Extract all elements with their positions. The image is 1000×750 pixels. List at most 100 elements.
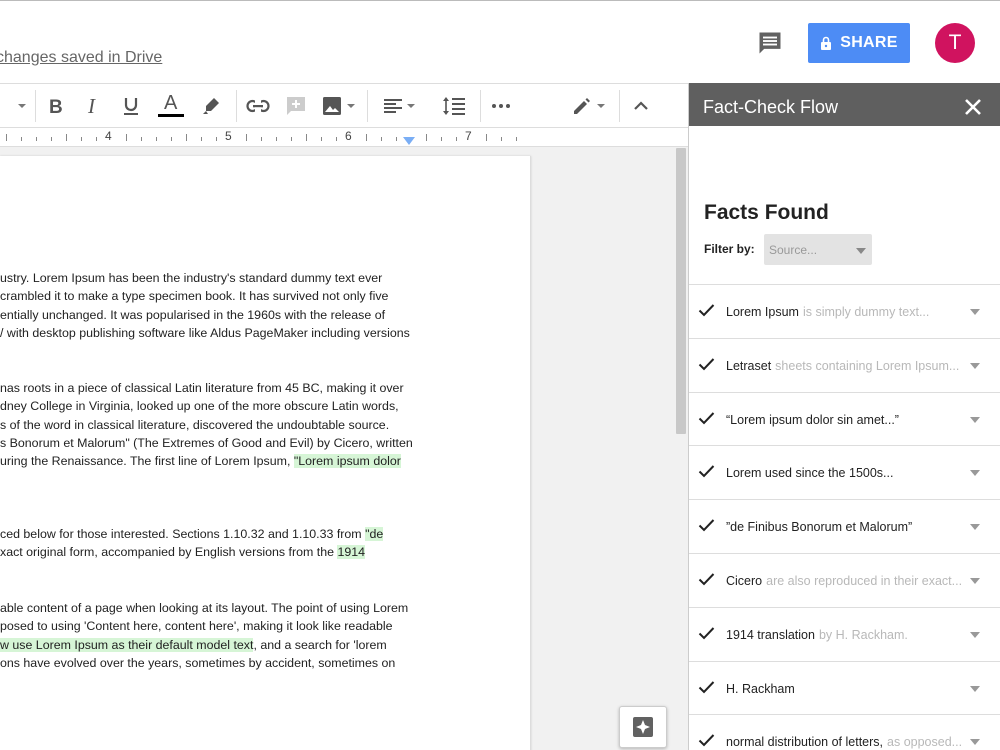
more-button[interactable] [487, 84, 515, 127]
close-icon[interactable] [963, 97, 983, 117]
add-comment-button[interactable] [282, 84, 310, 127]
fact-item[interactable]: 1914 translation by H. Rackham. [689, 606, 1000, 661]
ruler-tick [246, 134, 247, 141]
pencil-icon [573, 97, 590, 114]
ruler-tick [201, 137, 202, 141]
fact-item[interactable]: normal distribution of letters, as oppose… [689, 714, 1000, 750]
fact-text: Cicero are also reproduced in their exact… [726, 574, 962, 588]
fact-item[interactable]: Lorem Ipsum is simply dummy text... [689, 284, 1000, 338]
ruler-tick [486, 134, 487, 141]
underline-button[interactable] [117, 84, 145, 127]
ruler[interactable]: 4 5 6 7 [0, 128, 688, 147]
text-span: ustry. Lorem Ipsum has been the industry… [0, 271, 383, 285]
ruler-tick [186, 134, 187, 141]
scrollbar-thumb[interactable] [676, 148, 686, 434]
text-span: s of the word in classical literature, d… [0, 417, 390, 432]
ruler-tick [216, 137, 217, 141]
insert-image-button[interactable] [316, 84, 360, 127]
chevron-down-icon[interactable] [970, 416, 980, 423]
fact-item[interactable]: H. Rackham [689, 660, 1000, 715]
toolbar-divider [35, 90, 36, 122]
fact-text: H. Rackham [726, 682, 795, 696]
chevron-down-icon[interactable] [970, 524, 980, 531]
bold-icon: B [49, 97, 63, 115]
chevron-down-icon[interactable] [970, 685, 980, 692]
ruler-tick [261, 137, 262, 141]
highlight-color-button[interactable] [197, 84, 225, 127]
lock-icon [821, 36, 832, 50]
text-color-button[interactable]: A [155, 84, 187, 127]
collapse-toolbar-button[interactable] [627, 84, 655, 127]
marker-icon [203, 97, 219, 114]
fact-snippet: by H. Rackham. [818, 627, 908, 642]
filter-placeholder: Source... [769, 243, 818, 257]
chevron-down-icon[interactable] [970, 739, 980, 746]
fact-text: 1914 translation by H. Rackham. [726, 628, 908, 642]
indent-marker[interactable] [403, 137, 415, 145]
ruler-tick [426, 134, 427, 141]
checkmark-icon [698, 465, 715, 478]
text-line: xact original form, accompanied by Engli… [0, 545, 366, 560]
ruler-number: 4 [105, 129, 112, 143]
text-span: s Bonorum et Malorum" (The Extremes of G… [0, 435, 413, 450]
more-horizontal-icon [492, 103, 510, 108]
line-spacing-button[interactable] [438, 84, 470, 127]
font-size-dropdown[interactable] [8, 84, 30, 127]
fact-item[interactable]: Letraset sheets containing Lorem Ipsum... [689, 337, 1000, 392]
comments-icon[interactable] [756, 29, 784, 57]
fact-snippet: sheets containing Lorem Ipsum... [775, 358, 960, 373]
ruler-tick [291, 137, 292, 141]
highlighted-fact-text[interactable]: "de [365, 527, 384, 541]
fact-item[interactable]: Lorem used since the 1500s... [689, 445, 1000, 499]
checkmark-icon [698, 680, 715, 694]
source-filter-select[interactable]: Source... [764, 234, 872, 265]
align-dropdown[interactable] [378, 84, 420, 127]
fact-text: Letraset sheets containing Lorem Ipsum... [726, 359, 959, 373]
ruler-tick [51, 137, 52, 141]
editing-mode-dropdown[interactable] [566, 84, 610, 127]
fact-label: normal distribution of letters, [726, 735, 884, 750]
fact-label: 1914 translation [726, 627, 815, 642]
filter-label: Filter by: [704, 242, 755, 256]
explore-button[interactable] [619, 706, 667, 748]
saved-status-link[interactable]: changes saved in Drive [0, 49, 162, 67]
ruler-number: 5 [225, 129, 232, 143]
ruler-tick [381, 137, 382, 141]
highlighted-fact-text[interactable]: w use Lorem Ipsum as their default model… [0, 637, 254, 652]
ruler-tick [36, 137, 37, 141]
text-line: nas roots in a piece of classical Latin … [0, 381, 404, 395]
toolbar-divider [367, 90, 368, 122]
account-avatar[interactable]: T [935, 23, 975, 63]
chevron-down-icon[interactable] [970, 578, 980, 584]
underline-icon [124, 97, 138, 115]
toolbar-divider [236, 90, 237, 122]
chevron-down-icon [596, 103, 605, 108]
docs-window: changes saved in Drive SHARE T B I A 4 5… [0, 0, 1000, 750]
chevron-down-icon[interactable] [970, 309, 980, 315]
italic-button[interactable]: I [80, 84, 108, 127]
svg-text:A: A [164, 93, 178, 114]
chevron-down-icon [406, 103, 415, 108]
chevron-down-icon [17, 103, 26, 108]
share-button[interactable]: SHARE [808, 23, 910, 63]
document-page[interactable]: ustry. Lorem Ipsum has been the industry… [0, 156, 531, 750]
checkmark-icon [698, 411, 715, 425]
chevron-down-icon[interactable] [970, 362, 980, 369]
highlighted-fact-text[interactable]: 1914 [337, 545, 366, 560]
text-line: s of the word in classical literature, d… [0, 418, 389, 432]
text-span: ced below for those interested. Sections… [0, 527, 366, 541]
fact-item[interactable]: ”de Finibus Bonorum et Malorum” [689, 499, 1000, 553]
ruler-tick [6, 134, 7, 141]
fact-item[interactable]: “Lorem ipsum dolor sin amet...” [689, 391, 1000, 446]
text-line: dney College in Virginia, looked up one … [0, 399, 399, 413]
fact-snippet: as opposed... [887, 735, 963, 750]
chevron-down-icon[interactable] [970, 470, 980, 477]
fact-item[interactable]: Cicero are also reproduced in their exact… [689, 553, 1000, 607]
share-label: SHARE [840, 34, 898, 51]
chevron-up-icon [634, 100, 648, 110]
insert-link-button[interactable] [244, 84, 272, 127]
highlighted-fact-text[interactable]: "Lorem ipsum dolor [293, 454, 401, 469]
bold-button[interactable]: B [42, 84, 70, 127]
chevron-down-icon[interactable] [970, 631, 980, 638]
document-scrollbar[interactable] [674, 147, 688, 750]
